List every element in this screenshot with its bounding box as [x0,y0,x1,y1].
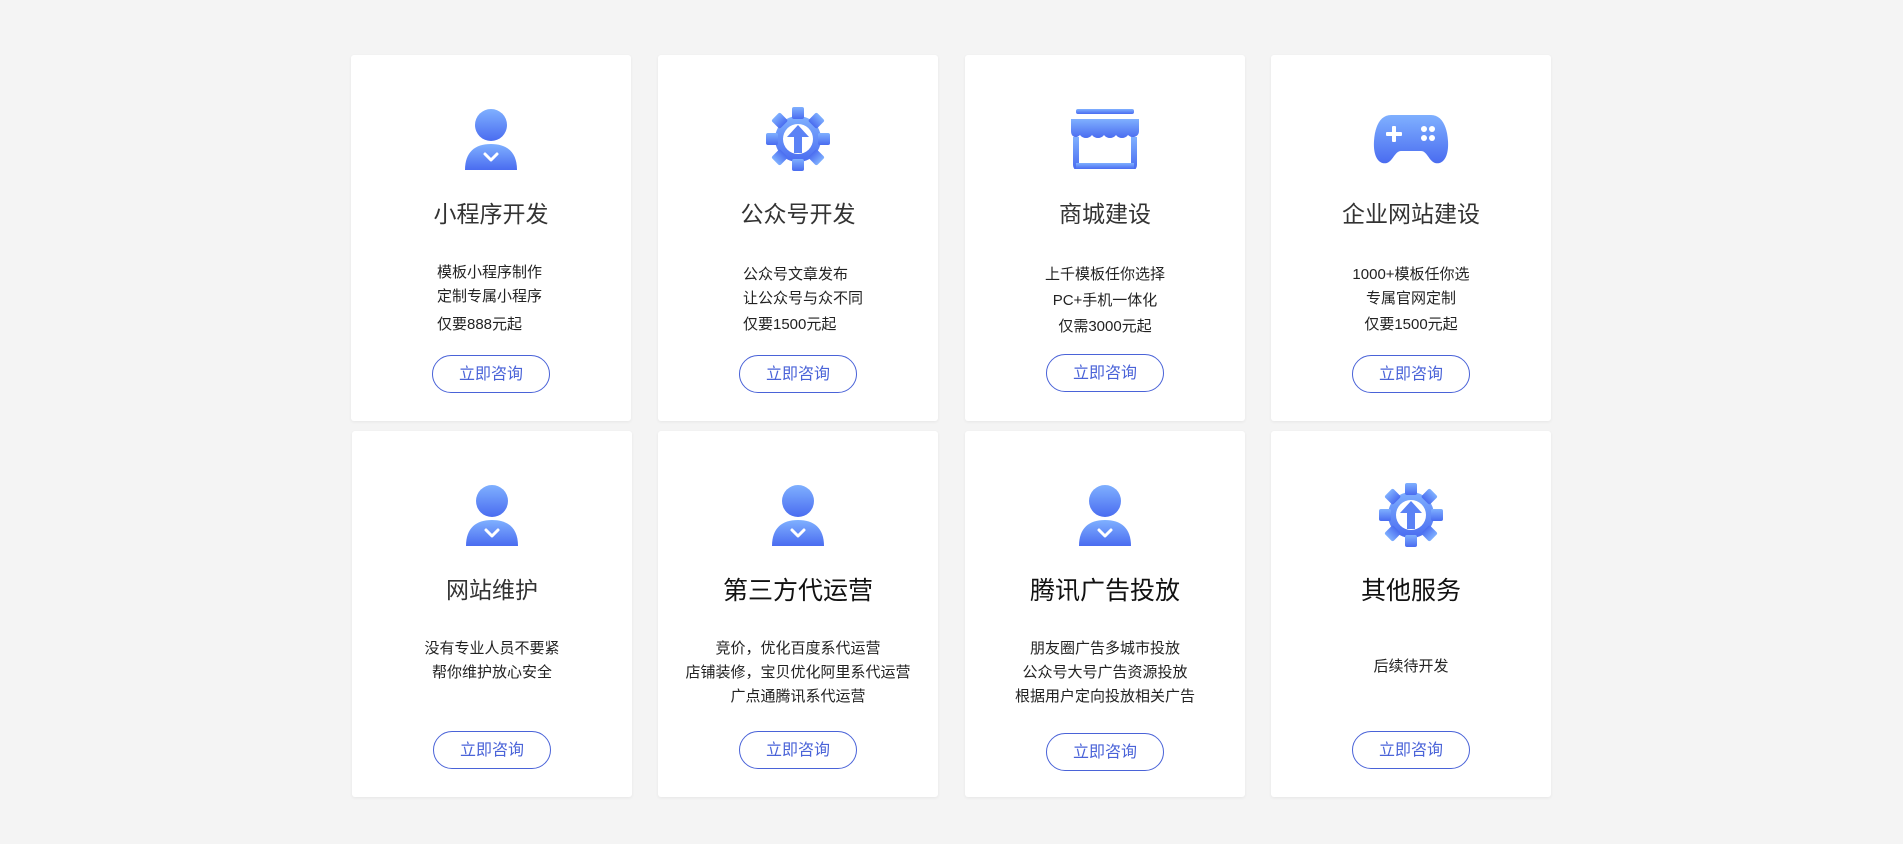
card-title: 第三方代运营 [722,577,873,605]
store-icon [1065,105,1145,173]
card-title: 小程序开发 [433,201,549,227]
gamepad-icon [1371,105,1451,173]
card-description: 朋友圈广告多城市投放 公众号大号广告资源投放 根据用户定向投放相关广告 [1014,640,1195,705]
consult-button[interactable]: 立即咨询 [739,355,857,393]
card-title: 网站维护 [446,577,538,603]
card-description: 竞价，优化百度系代运营 店铺装修，宝贝优化阿里系代运营 广点通腾讯系代运营 [685,640,911,705]
user-icon [758,481,838,549]
consult-button[interactable]: 立即咨询 [1046,354,1164,392]
card-title: 其他服务 [1360,577,1461,605]
card-title: 商城建设 [1059,201,1151,227]
consult-button[interactable]: 立即咨询 [432,355,550,393]
gear-upload-icon [758,105,838,173]
service-card-third-party-operation: 第三方代运营 竞价，优化百度系代运营 店铺装修，宝贝优化阿里系代运营 广点通腾讯… [658,431,938,797]
user-icon [451,105,531,173]
card-description: 后续待开发 [1373,658,1449,675]
card-description: 没有专业人员不要紧 帮你维护放心安全 [424,640,560,681]
consult-button[interactable]: 立即咨询 [1046,733,1164,771]
consult-button[interactable]: 立即咨询 [1352,355,1470,393]
services-grid: 小程序开发 模板小程序制作 定制专属小程序 仅要888元起 立即咨询 公众号开发… [0,0,1903,844]
card-description: 1000+模板任你选 专属官网定制 仅要1500元起 [1352,266,1470,333]
card-title: 企业网站建设 [1342,201,1480,227]
service-card-other-services: 其他服务 后续待开发 立即咨询 [1271,431,1551,797]
consult-button[interactable]: 立即咨询 [1352,731,1470,769]
card-description: 上千模板任你选择 PC+手机一体化 仅需3000元起 [1044,266,1165,335]
consult-button[interactable]: 立即咨询 [739,731,857,769]
service-card-tencent-ads: 腾讯广告投放 朋友圈广告多城市投放 公众号大号广告资源投放 根据用户定向投放相关… [965,431,1245,797]
card-description: 模板小程序制作 定制专属小程序 仅要888元起 [437,264,543,333]
consult-button[interactable]: 立即咨询 [433,731,551,769]
gear-upload-icon [1371,481,1451,549]
service-card-official-account: 公众号开发 公众号文章发布 让公众号与众不同 仅要1500元起 立即咨询 [658,55,938,421]
service-card-enterprise-website: 企业网站建设 1000+模板任你选 专属官网定制 仅要1500元起 立即咨询 [1271,55,1551,421]
user-icon [452,481,532,549]
service-card-website-maintenance: 网站维护 没有专业人员不要紧 帮你维护放心安全 立即咨询 [352,431,632,797]
card-title: 公众号开发 [740,201,856,227]
service-card-mall: 商城建设 上千模板任你选择 PC+手机一体化 仅需3000元起 立即咨询 [965,55,1245,421]
card-title: 腾讯广告投放 [1029,577,1180,605]
user-icon [1065,481,1145,549]
service-card-mini-program: 小程序开发 模板小程序制作 定制专属小程序 仅要888元起 立即咨询 [351,55,631,421]
card-description: 公众号文章发布 让公众号与众不同 仅要1500元起 [743,266,864,333]
